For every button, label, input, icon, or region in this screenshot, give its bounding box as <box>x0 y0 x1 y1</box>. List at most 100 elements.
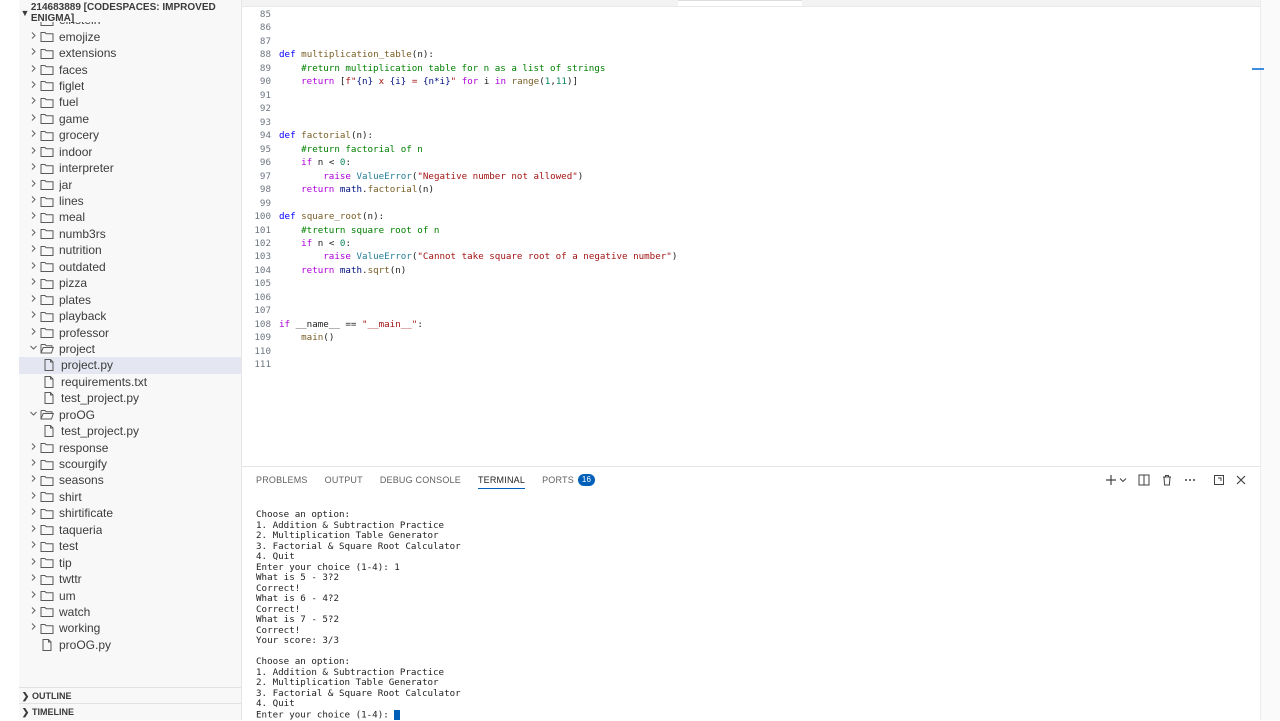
code-line[interactable]: 91 <box>242 89 1260 102</box>
code-line[interactable]: 85 <box>242 8 1260 21</box>
code-line[interactable]: 101 #treturn square root of n <box>242 224 1260 237</box>
folder-item[interactable]: numb3rs <box>19 226 241 242</box>
folder-item[interactable]: tip <box>19 554 241 570</box>
folder-item[interactable]: interpreter <box>19 160 241 176</box>
folder-icon <box>39 524 55 536</box>
folder-item[interactable]: shirtificate <box>19 505 241 521</box>
folder-item[interactable]: plates <box>19 291 241 307</box>
line-content <box>271 304 279 317</box>
folder-item[interactable]: game <box>19 111 241 127</box>
file-item[interactable]: test_project.py <box>19 423 241 439</box>
line-content <box>271 8 279 21</box>
folder-item[interactable]: response <box>19 439 241 455</box>
terminal-output[interactable]: Choose an option: 1. Addition & Subtracti… <box>256 509 1246 720</box>
file-item[interactable]: proOG.py <box>19 637 241 653</box>
code-line[interactable]: 103 raise ValueError("Cannot take square… <box>242 250 1260 263</box>
active-editor-tab[interactable] <box>678 0 802 6</box>
terminal-line-text: 3. Factorial & Square Root Calculator <box>256 687 461 699</box>
timeline-section-header[interactable]: ❯ TIMELINE <box>19 703 241 720</box>
code-line[interactable]: 90 return [f"{n} x {i} = {n*i}" for i in… <box>242 75 1260 88</box>
file-item[interactable]: project.py <box>19 357 241 374</box>
chevron-down-icon[interactable] <box>1119 473 1127 487</box>
code-line[interactable]: 107 <box>242 304 1260 317</box>
chevron-right-icon <box>27 622 39 634</box>
split-terminal-icon[interactable] <box>1138 473 1150 487</box>
folder-item[interactable]: project <box>19 341 241 357</box>
close-panel-icon[interactable] <box>1236 473 1246 487</box>
folder-item[interactable]: emojize <box>19 28 241 44</box>
file-item[interactable]: requirements.txt <box>19 374 241 390</box>
terminal-line-text: 4. Quit <box>256 551 295 562</box>
code-line[interactable]: 108 if __name__ == "__main__": <box>242 318 1260 331</box>
folder-item[interactable]: pizza <box>19 275 241 291</box>
code-line[interactable]: 93 <box>242 116 1260 129</box>
folder-item[interactable]: watch <box>19 604 241 620</box>
code-line[interactable]: 87 <box>242 35 1260 48</box>
panel-tab-terminal[interactable]: TERMINAL <box>477 467 526 493</box>
folder-item[interactable]: fuel <box>19 94 241 110</box>
folder-item[interactable]: working <box>19 620 241 636</box>
code-line[interactable]: 97 raise ValueError("Negative number not… <box>242 170 1260 183</box>
code-line[interactable]: 98 return math.factorial(n) <box>242 183 1260 196</box>
folder-item[interactable]: grocery <box>19 127 241 143</box>
folder-item[interactable]: twttr <box>19 571 241 587</box>
folder-item[interactable]: nutrition <box>19 242 241 258</box>
editor-scrollbar[interactable] <box>1252 0 1280 720</box>
folder-item[interactable]: um <box>19 587 241 603</box>
code-line[interactable]: 106 <box>242 291 1260 304</box>
folder-item[interactable]: extensions <box>19 45 241 61</box>
folder-item[interactable]: test <box>19 538 241 554</box>
folder-icon <box>39 64 55 76</box>
file-item[interactable]: test_project.py <box>19 390 241 406</box>
folder-item[interactable]: seasons <box>19 472 241 488</box>
terminal-line-text: Enter your choice (1-4): <box>256 709 395 720</box>
more-actions-icon[interactable] <box>1184 473 1196 487</box>
maximize-panel-icon[interactable] <box>1213 473 1225 487</box>
folder-item[interactable]: scourgify <box>19 456 241 472</box>
code-line[interactable]: 109 main() <box>242 331 1260 344</box>
panel-tab-debug-console[interactable]: DEBUG CONSOLE <box>380 467 461 493</box>
folder-item[interactable]: shirt <box>19 489 241 505</box>
code-line[interactable]: 102 if n < 0: <box>242 237 1260 250</box>
folder-item[interactable]: jar <box>19 176 241 192</box>
folder-item[interactable]: outdated <box>19 259 241 275</box>
folder-item[interactable]: faces <box>19 61 241 77</box>
code-line[interactable]: 96 if n < 0: <box>242 156 1260 169</box>
code-editor[interactable]: 85 86 87 88 def multiplication_table(n): 89 #… <box>242 0 1260 465</box>
folder-item[interactable]: lines <box>19 193 241 209</box>
code-line[interactable]: 94 def factorial(n): <box>242 129 1260 142</box>
chevron-right-icon <box>27 261 39 273</box>
folder-item[interactable]: taqueria <box>19 522 241 538</box>
code-line[interactable]: 89 #return multiplication table for n as… <box>242 62 1260 75</box>
tree-item-label: indoor <box>59 144 93 159</box>
line-number: 96 <box>259 157 271 169</box>
code-line[interactable]: 95 #return factorial of n <box>242 143 1260 156</box>
folder-item[interactable]: indoor <box>19 144 241 160</box>
code-line[interactable]: 110 <box>242 345 1260 358</box>
panel-tab-output[interactable]: OUTPUT <box>325 467 363 493</box>
panel-tab-label: TERMINAL <box>477 475 526 485</box>
code-line[interactable]: 111 <box>242 358 1260 371</box>
code-line[interactable]: 105 <box>242 277 1260 290</box>
tree-item-label: figlet <box>59 78 85 93</box>
folder-item[interactable]: meal <box>19 209 241 225</box>
panel-tab-problems[interactable]: PROBLEMS <box>256 467 308 493</box>
code-line[interactable]: 104 return math.sqrt(n) <box>242 264 1260 277</box>
trash-icon[interactable] <box>1161 473 1173 487</box>
chevron-right-icon <box>27 47 39 59</box>
timeline-label: TIMELINE <box>32 707 74 717</box>
code-line[interactable]: 100 def square_root(n): <box>242 210 1260 223</box>
folder-item[interactable]: professor <box>19 324 241 340</box>
new-terminal-icon[interactable] <box>1105 473 1117 487</box>
code-line[interactable]: 86 <box>242 21 1260 34</box>
folder-item[interactable]: playback <box>19 308 241 324</box>
explorer-root-header[interactable]: ▼ 214683889 [CODESPACES: IMPROVED ENIGMA… <box>19 2 241 24</box>
outline-section-header[interactable]: ❯ OUTLINE <box>19 687 241 704</box>
panel-tab-ports[interactable]: PORTS 16 <box>542 467 596 493</box>
folder-item[interactable]: figlet <box>19 78 241 94</box>
code-line[interactable]: 88 def multiplication_table(n): <box>242 48 1260 61</box>
code-line[interactable]: 92 <box>242 102 1260 115</box>
terminal-line-text: Correct! <box>256 603 301 615</box>
folder-item[interactable]: proOG <box>19 407 241 423</box>
code-line[interactable]: 99 <box>242 197 1260 210</box>
